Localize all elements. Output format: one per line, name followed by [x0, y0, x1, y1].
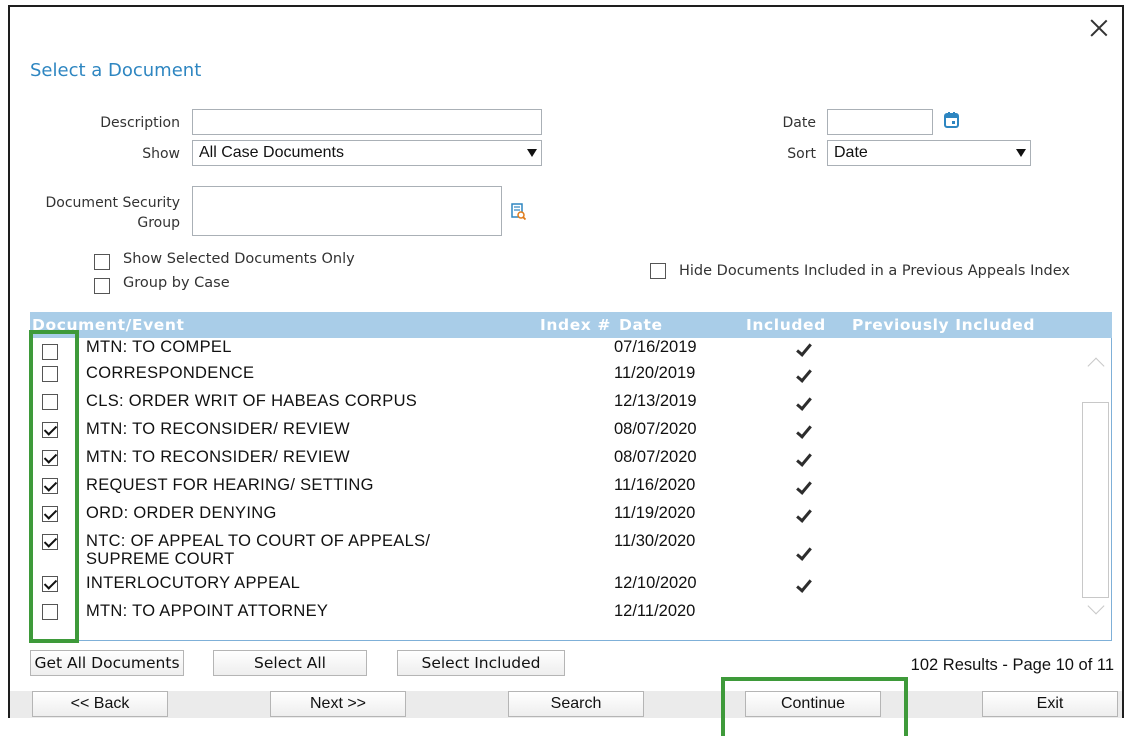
description-label: Description	[100, 115, 180, 131]
table-row[interactable]: ORD: ORDER DENYING 11/19/2020	[31, 500, 1081, 528]
row-description: MTN: TO COMPEL	[86, 338, 232, 356]
select-all-button[interactable]: Select All	[213, 650, 367, 676]
row-date: 08/07/2020	[614, 420, 697, 438]
document-search-icon[interactable]	[511, 203, 526, 220]
row-description: ORD: ORDER DENYING	[86, 504, 277, 522]
row-checkbox[interactable]	[42, 576, 58, 592]
dropdown-arrow-icon	[523, 141, 541, 165]
table-row[interactable]: NTC: OF APPEAL TO COURT OF APPEALS/SUPRE…	[31, 528, 1081, 572]
included-check-icon	[795, 480, 809, 494]
show-label: Show	[142, 146, 180, 162]
row-checkbox[interactable]	[42, 534, 58, 550]
row-date: 11/19/2020	[614, 504, 696, 522]
group-by-case-checkbox[interactable]	[94, 278, 110, 294]
vertical-scrollbar[interactable]	[1082, 338, 1110, 640]
footer-toolbar: << Back Next >> Search Continue Exit	[10, 691, 1122, 718]
included-check-icon	[795, 424, 809, 438]
row-date: 12/10/2020	[614, 574, 697, 592]
document-grid: MTN: TO COMPEL 07/16/2019 CORRESPONDENCE 11…	[30, 338, 1112, 641]
included-check-icon	[795, 396, 809, 410]
row-checkbox[interactable]	[42, 422, 58, 438]
table-row[interactable]: CLS: ORDER WRIT OF HABEAS CORPUS 12/13/20…	[31, 388, 1081, 416]
row-checkbox[interactable]	[42, 478, 58, 494]
col-date[interactable]: Date	[619, 316, 663, 334]
row-date: 07/16/2019	[614, 338, 697, 356]
row-date: 12/11/2020	[614, 602, 696, 620]
group-by-case-label: Group by Case	[123, 275, 230, 291]
sort-label: Sort	[787, 146, 816, 162]
row-date: 08/07/2020	[614, 448, 697, 466]
grid-header: Document/Event Index # Date Included Pre…	[30, 312, 1112, 338]
show-selected-only-checkbox[interactable]	[94, 254, 110, 270]
table-row[interactable]: CORRESPONDENCE 11/20/2019	[31, 360, 1081, 388]
row-checkbox[interactable]	[42, 450, 58, 466]
hide-prev-included-label: Hide Documents Included in a Previous Ap…	[679, 263, 1070, 279]
included-check-icon	[795, 546, 809, 560]
row-checkbox[interactable]	[42, 344, 58, 360]
scroll-down-icon[interactable]	[1087, 597, 1105, 615]
row-description: REQUEST FOR HEARING/ SETTING	[86, 476, 374, 494]
sort-select-value: Date	[834, 144, 868, 161]
security-group-input[interactable]	[192, 186, 502, 236]
dropdown-arrow-icon	[1012, 141, 1030, 165]
row-description-line2: SUPREME COURT	[86, 550, 235, 568]
security-group-label: Document Security	[45, 195, 180, 211]
security-group-label-line2: Group	[137, 215, 180, 231]
exit-button[interactable]: Exit	[982, 691, 1118, 717]
col-included[interactable]: Included	[746, 316, 826, 334]
row-description: MTN: TO RECONSIDER/ REVIEW	[86, 420, 350, 438]
row-checkbox[interactable]	[42, 506, 58, 522]
row-date: 12/13/2019	[614, 392, 697, 410]
col-index[interactable]: Index #	[540, 316, 611, 334]
row-checkbox[interactable]	[42, 366, 58, 382]
row-date: 11/16/2020	[614, 476, 696, 494]
row-date: 11/20/2019	[614, 364, 696, 382]
close-icon[interactable]	[1086, 15, 1112, 41]
date-input[interactable]	[827, 109, 933, 135]
calendar-icon[interactable]	[944, 112, 959, 128]
table-row[interactable]: MTN: TO APPOINT ATTORNEY 12/11/2020	[31, 598, 1081, 626]
table-row[interactable]: INTERLOCUTORY APPEAL 12/10/2020	[31, 570, 1081, 598]
date-label: Date	[782, 115, 816, 131]
row-description: MTN: TO RECONSIDER/ REVIEW	[86, 448, 350, 466]
scroll-thumb[interactable]	[1082, 402, 1109, 598]
select-included-button[interactable]: Select Included	[397, 650, 565, 676]
included-check-icon	[795, 452, 809, 466]
results-count: 102 Results - Page 10 of 11	[910, 656, 1114, 674]
table-row[interactable]: MTN: TO COMPEL 07/16/2019	[31, 338, 1081, 362]
row-checkbox[interactable]	[42, 394, 58, 410]
select-document-dialog: Select a Document Description Show All C…	[8, 5, 1124, 718]
table-row[interactable]: MTN: TO RECONSIDER/ REVIEW 08/07/2020	[31, 416, 1081, 444]
table-row[interactable]: REQUEST FOR HEARING/ SETTING 11/16/2020	[31, 472, 1081, 500]
table-row[interactable]: MTN: TO RECONSIDER/ REVIEW 08/07/2020	[31, 444, 1081, 472]
row-description: MTN: TO APPOINT ATTORNEY	[86, 602, 329, 620]
show-selected-only-label: Show Selected Documents Only	[123, 251, 355, 267]
show-select-value: All Case Documents	[199, 144, 344, 161]
row-description: INTERLOCUTORY APPEAL	[86, 574, 301, 592]
sort-select[interactable]: Date	[827, 140, 1031, 166]
row-description: CLS: ORDER WRIT OF HABEAS CORPUS	[86, 392, 418, 410]
included-check-icon	[795, 508, 809, 522]
scroll-up-icon[interactable]	[1087, 357, 1105, 375]
included-check-icon	[795, 342, 809, 356]
get-all-documents-button[interactable]: Get All Documents	[30, 650, 184, 676]
included-check-icon	[795, 578, 809, 592]
back-button[interactable]: << Back	[32, 691, 168, 717]
show-select[interactable]: All Case Documents	[192, 140, 542, 166]
row-description: CORRESPONDENCE	[86, 364, 255, 382]
next-button[interactable]: Next >>	[270, 691, 406, 717]
row-date: 11/30/2020	[614, 532, 696, 550]
row-checkbox[interactable]	[42, 604, 58, 620]
description-input[interactable]	[192, 109, 542, 135]
row-description: NTC: OF APPEAL TO COURT OF APPEALS/	[86, 532, 431, 550]
continue-button[interactable]: Continue	[745, 691, 881, 717]
hide-prev-included-checkbox[interactable]	[650, 263, 666, 279]
col-document[interactable]: Document/Event	[32, 316, 185, 334]
dialog-title: Select a Document	[30, 60, 202, 81]
included-check-icon	[795, 368, 809, 382]
col-prev-included[interactable]: Previously Included	[852, 316, 1035, 334]
search-button[interactable]: Search	[508, 691, 644, 717]
